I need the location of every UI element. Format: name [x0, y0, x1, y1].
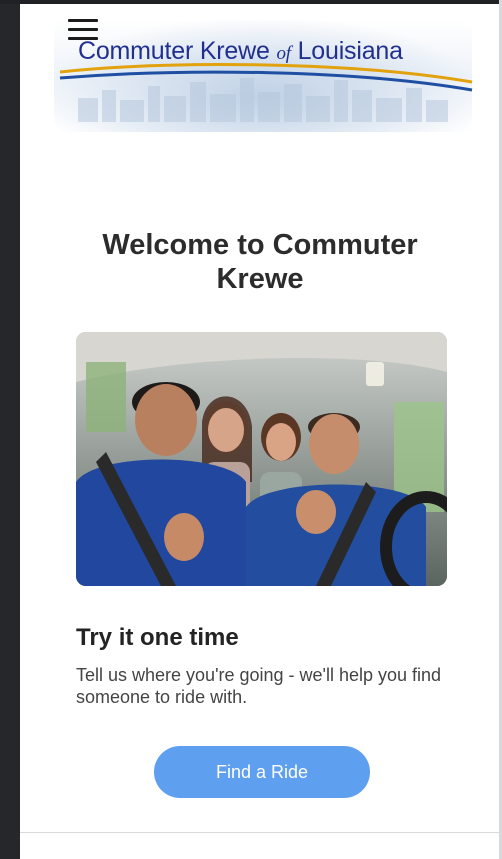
header: Commuter Krewe of Louisiana — [20, 4, 499, 139]
find-a-ride-button[interactable]: Find a Ride — [154, 746, 370, 798]
section-title: Try it one time — [76, 624, 239, 651]
section-description: Tell us where you're going - we'll help … — [76, 665, 442, 707]
logo-text-commuter-krewe: Commuter Krewe — [78, 37, 277, 65]
menu-bar — [68, 37, 98, 40]
hamburger-menu-icon[interactable] — [68, 19, 100, 45]
menu-bar — [68, 28, 98, 31]
logo-text-of: of — [276, 43, 291, 64]
page-title: Welcome to Commuter Krewe — [102, 229, 418, 295]
site-logo[interactable]: Commuter Krewe of Louisiana — [78, 37, 498, 66]
logo-text-louisiana: Louisiana — [290, 37, 403, 65]
carpool-photo — [76, 332, 447, 586]
page: Commuter Krewe of Louisiana Welcome to C… — [20, 4, 499, 859]
menu-bar — [68, 19, 98, 22]
hero-image — [76, 332, 447, 586]
footer-divider — [20, 832, 499, 833]
